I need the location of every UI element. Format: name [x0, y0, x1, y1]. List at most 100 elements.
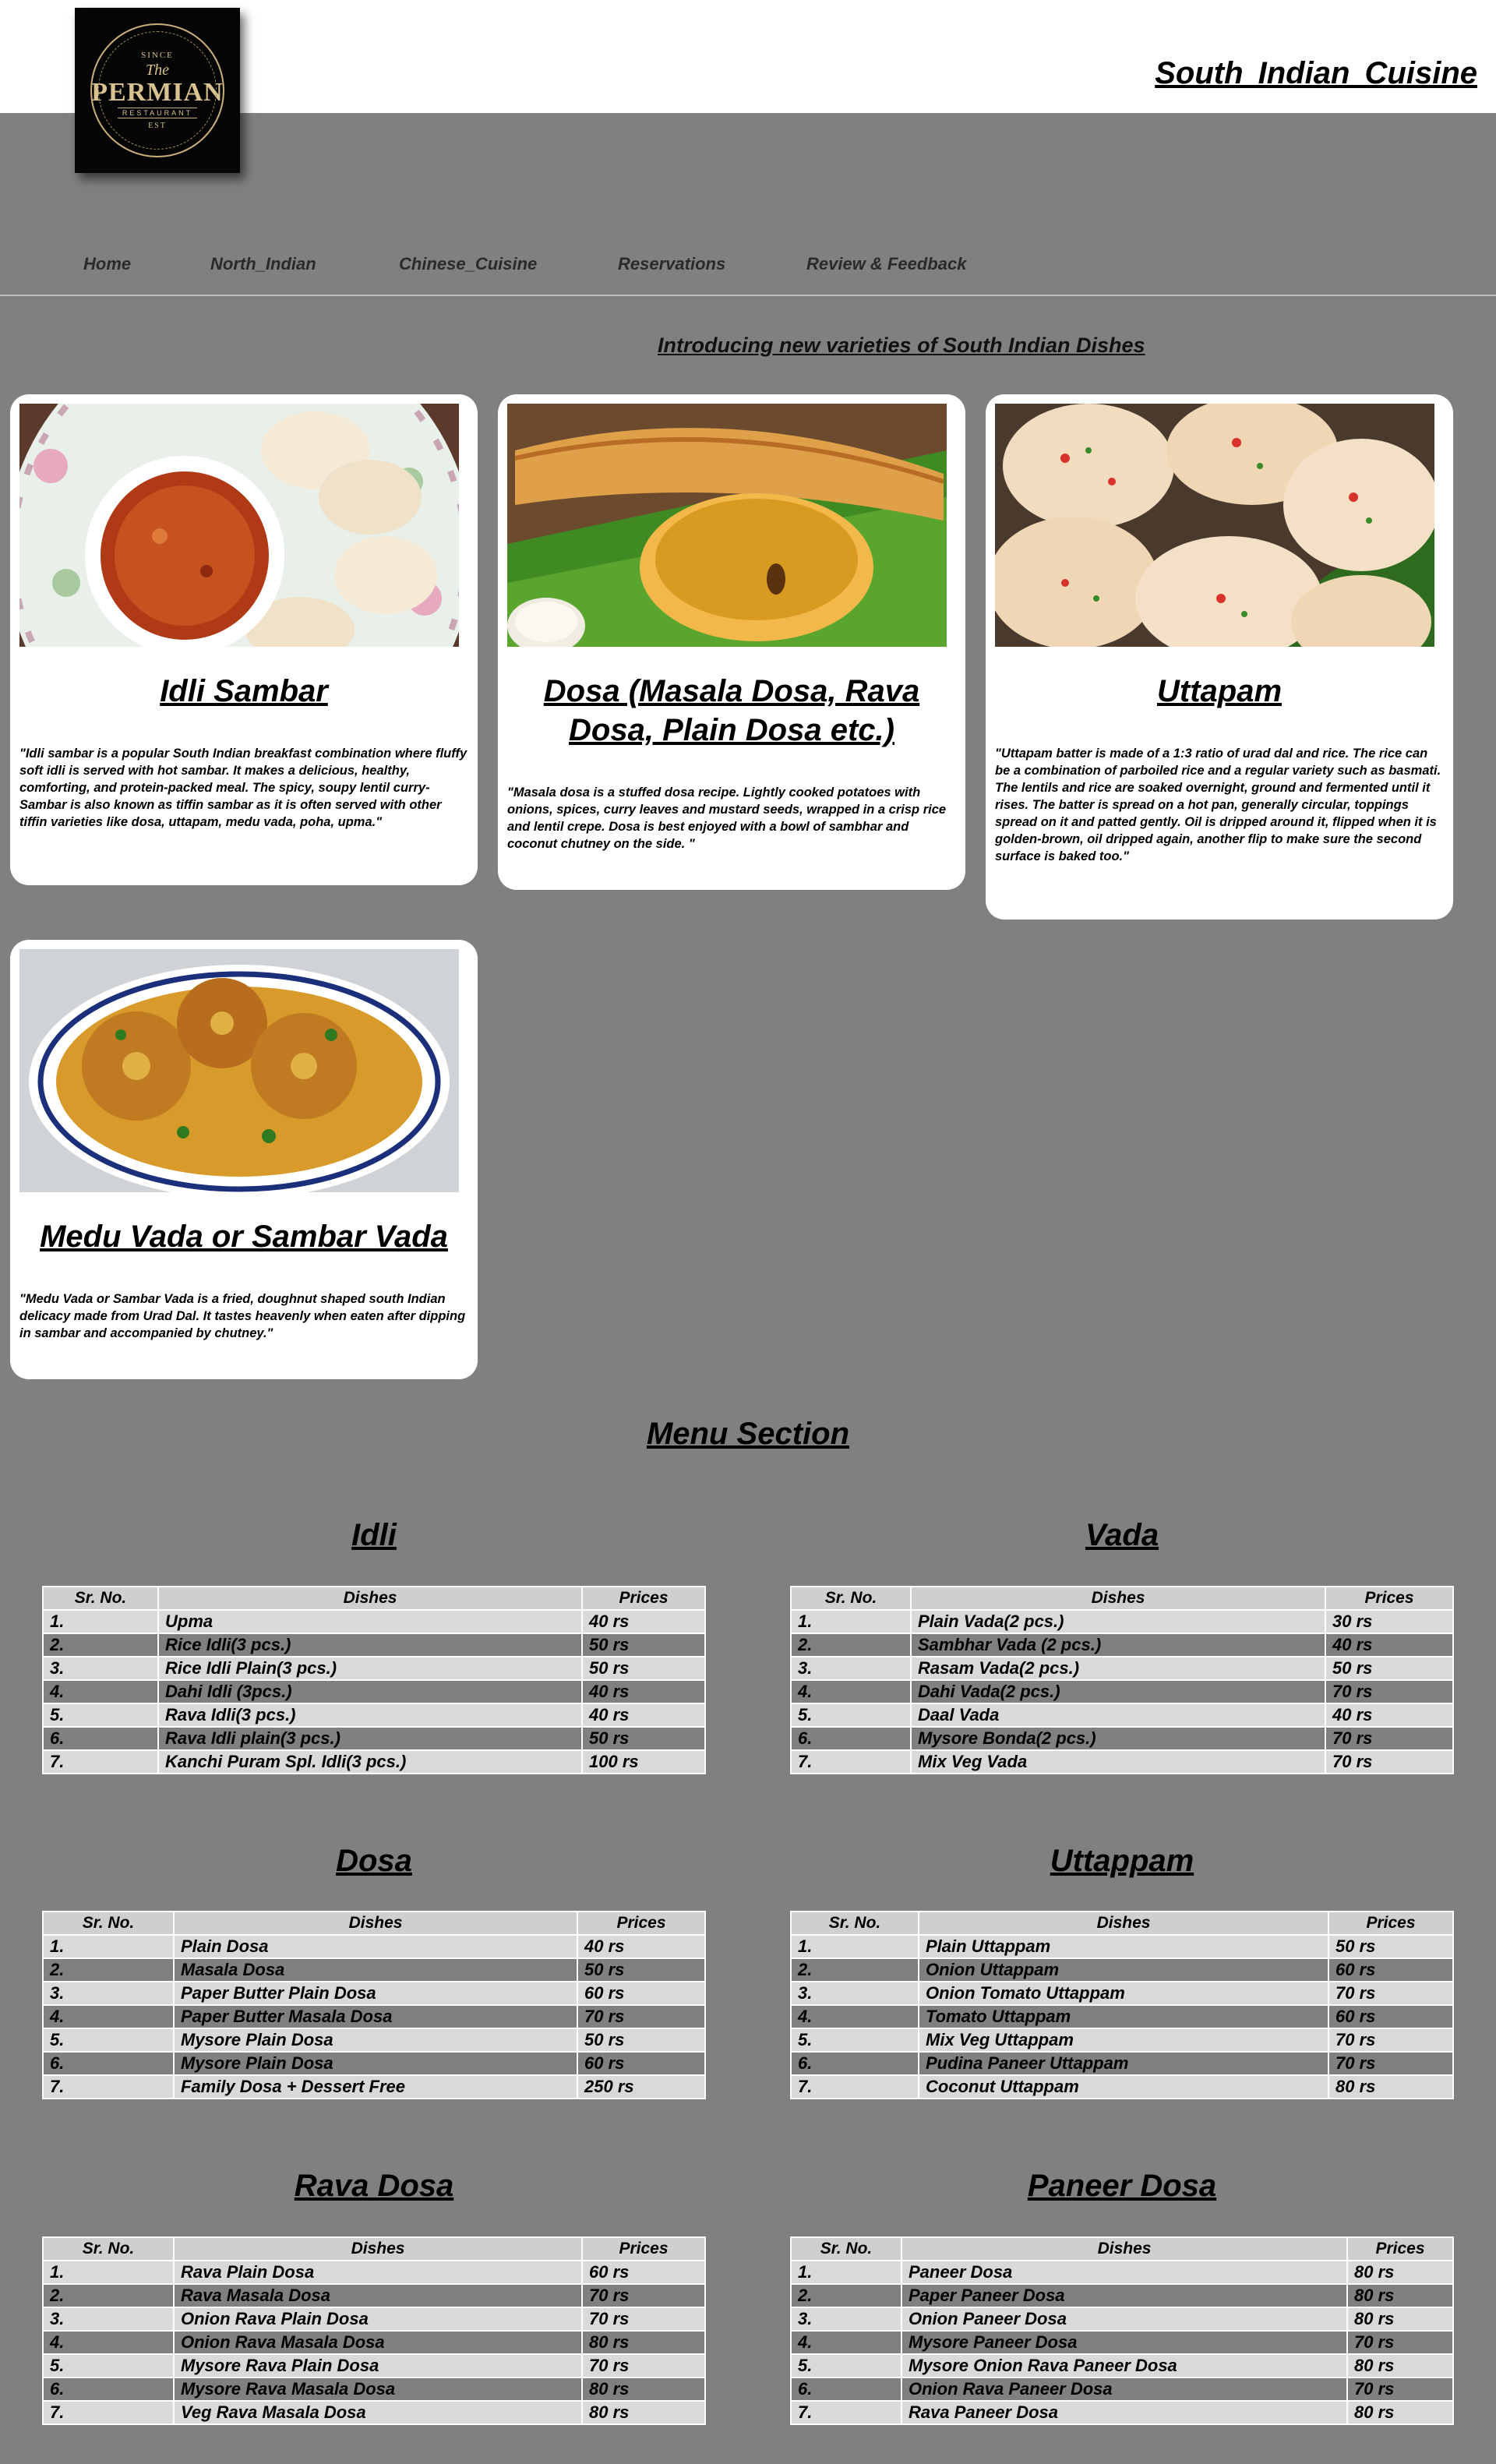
price-cell: 70 rs [1328, 1981, 1454, 2006]
site-title: South Indian Cuisine [1155, 56, 1477, 90]
price-cell: 70 rs [1328, 2028, 1454, 2053]
price-cell: 40 rs [581, 1679, 706, 1704]
dish-cell: Paper Butter Plain Dosa [173, 1981, 578, 2006]
dish-cell: Rava Plain Dosa [173, 2260, 583, 2285]
price-cell: 30 rs [1325, 1609, 1454, 1634]
price-cell: 70 rs [577, 2004, 706, 2029]
table-row: 7. Kanchi Puram Spl. Idli(3 pcs.) 100 rs [42, 1749, 706, 1774]
price-cell: 80 rs [581, 2400, 706, 2425]
table-row: 6. Pudina Paneer Uttappam 70 rs [790, 2051, 1454, 2076]
dish-cell: Onion Rava Masala Dosa [173, 2330, 583, 2355]
nav-home[interactable]: Home [83, 254, 131, 274]
serial-cell: 3. [790, 1656, 912, 1681]
table-row: 6. Mysore Bonda(2 pcs.) 70 rs [790, 1726, 1454, 1751]
dish-cell: Veg Rava Masala Dosa [173, 2400, 583, 2425]
serial-cell: 5. [42, 2028, 175, 2053]
nav-north-indian[interactable]: North_Indian [210, 254, 316, 274]
table-header-row: Sr. No. Dishes Prices [790, 2236, 1454, 2261]
logo-emblem: SINCE The PERMIAN RESTAURANT EST [90, 23, 224, 157]
dish-cell: Mysore Plain Dosa [173, 2028, 578, 2053]
table-row: 7. Family Dosa + Dessert Free 250 rs [42, 2074, 706, 2099]
card-title: Idli Sambar [160, 674, 328, 708]
menu-category-title: Paneer Dosa [1027, 2169, 1217, 2203]
serial-cell: 2. [790, 1633, 912, 1657]
table-row: 7. Mix Veg Vada 70 rs [790, 1749, 1454, 1774]
dish-cell: Onion Uttappam [918, 1957, 1329, 1982]
price-cell: 50 rs [577, 2028, 706, 2053]
dish-cell: Rava Idli plain(3 pcs.) [157, 1726, 583, 1751]
dish-cell: Onion Rava Paneer Dosa [901, 2377, 1348, 2402]
table-row: 1. Plain Dosa 40 rs [42, 1934, 706, 1959]
medu-vada-photo [19, 949, 459, 1192]
dish-cell: Family Dosa + Dessert Free [173, 2074, 578, 2099]
dish-cell: Plain Vada(2 pcs.) [910, 1609, 1326, 1634]
price-cell: 60 rs [1328, 2004, 1454, 2029]
card-title: Medu Vada or Sambar Vada [40, 1220, 448, 1254]
dish-cell: Onion Rava Plain Dosa [173, 2307, 583, 2332]
table-header-row: Sr. No. Dishes Prices [42, 1911, 706, 1936]
price-cell: 40 rs [1325, 1633, 1454, 1657]
price-cell: 80 rs [1346, 2400, 1454, 2425]
table-row: 5. Rava Idli(3 pcs.) 40 rs [42, 1703, 706, 1728]
serial-cell: 6. [42, 1726, 159, 1751]
nav-review-feedback[interactable]: Review & Feedback [806, 254, 966, 274]
serial-cell: 4. [42, 2004, 175, 2029]
column-header-price: Prices [1328, 1911, 1454, 1936]
logo-sub-text: RESTAURANT [117, 108, 198, 118]
column-header-dish: Dishes [918, 1911, 1329, 1936]
logo-top-text: SINCE [141, 51, 174, 60]
dish-card-uttapam: Uttapam "Uttapam batter is made of a 1:3… [986, 394, 1453, 920]
card-title: Uttapam [1156, 674, 1283, 708]
nav-reservations[interactable]: Reservations [618, 254, 725, 274]
dish-cell: Tomato Uttappam [918, 2004, 1329, 2029]
dish-cell: Dahi Vada(2 pcs.) [910, 1679, 1326, 1704]
column-header-price: Prices [1325, 1586, 1454, 1611]
table-row: 5. Mysore Plain Dosa 50 rs [42, 2028, 706, 2053]
logo-the-text: The [146, 62, 169, 79]
serial-cell: 7. [790, 2074, 919, 2099]
price-cell: 40 rs [581, 1609, 706, 1634]
serial-cell: 6. [790, 2377, 902, 2402]
price-cell: 50 rs [581, 1633, 706, 1657]
price-cell: 50 rs [577, 1957, 706, 1982]
table-row: 4. Tomato Uttappam 60 rs [790, 2004, 1454, 2029]
serial-cell: 6. [42, 2377, 175, 2402]
serial-cell: 7. [790, 2400, 902, 2425]
table-header-row: Sr. No. Dishes Prices [790, 1911, 1454, 1936]
card-description: "Uttapam batter is made of a 1:3 ratio o… [995, 747, 1441, 863]
column-header-sr: Sr. No. [42, 1911, 175, 1936]
menu-table: Sr. No. Dishes Prices 1. Plain Dosa 40 rs 2. Ma… [42, 1911, 706, 2099]
dish-cell: Rice Idli Plain(3 pcs.) [157, 1656, 583, 1681]
column-header-dish: Dishes [173, 2236, 583, 2261]
serial-cell: 1. [42, 2260, 175, 2285]
table-row: 2. Paper Paneer Dosa 80 rs [790, 2283, 1454, 2308]
table-row: 1. Plain Uttappam 50 rs [790, 1934, 1454, 1959]
dosa-photo [507, 404, 947, 647]
dish-cell: Onion Tomato Uttappam [918, 1981, 1329, 2006]
menu-table: Sr. No. Dishes Prices 1. Paneer Dosa 80 rs 2. P… [790, 2236, 1454, 2425]
column-header-sr: Sr. No. [42, 1586, 159, 1611]
menu-table: Sr. No. Dishes Prices 1. Rava Plain Dosa 60 r… [42, 2236, 706, 2425]
idli-sambar-photo [19, 404, 459, 647]
nav-chinese-cuisine[interactable]: Chinese_Cuisine [399, 254, 537, 274]
price-cell: 70 rs [581, 2307, 706, 2332]
restaurant-logo[interactable]: SINCE The PERMIAN RESTAURANT EST [75, 8, 240, 173]
dish-cell: Mix Veg Vada [910, 1749, 1326, 1774]
price-cell: 40 rs [1325, 1703, 1454, 1728]
table-header-row: Sr. No. Dishes Prices [42, 2236, 706, 2261]
table-row: 4. Dahi Vada(2 pcs.) 70 rs [790, 1679, 1454, 1704]
table-row: 6. Rava Idli plain(3 pcs.) 50 rs [42, 1726, 706, 1751]
serial-cell: 3. [42, 2307, 175, 2332]
table-row: 1. Plain Vada(2 pcs.) 30 rs [790, 1609, 1454, 1634]
dish-cell: Paper Butter Masala Dosa [173, 2004, 578, 2029]
price-cell: 50 rs [581, 1656, 706, 1681]
price-cell: 50 rs [581, 1726, 706, 1751]
table-row: 2. Onion Uttappam 60 rs [790, 1957, 1454, 1982]
logo-main-text: PERMIAN [91, 78, 224, 107]
column-header-sr: Sr. No. [790, 2236, 902, 2261]
price-cell: 70 rs [1325, 1749, 1454, 1774]
serial-cell: 5. [790, 2028, 919, 2053]
price-cell: 80 rs [1346, 2353, 1454, 2378]
logo-bottom-text: EST [148, 122, 167, 130]
serial-cell: 5. [42, 2353, 175, 2378]
